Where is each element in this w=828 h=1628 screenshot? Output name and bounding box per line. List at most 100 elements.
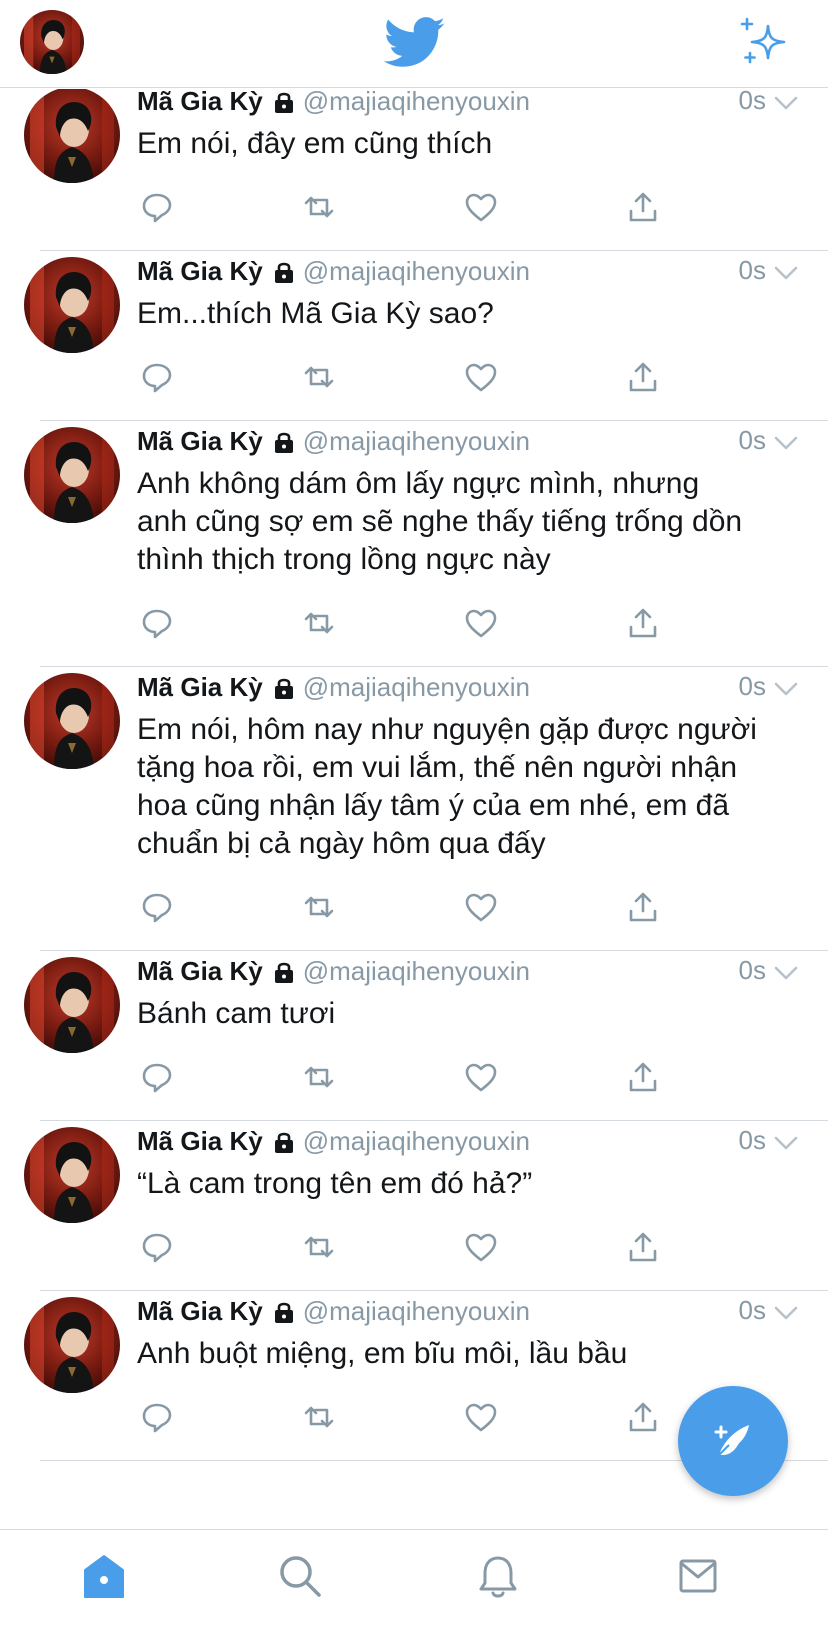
reply-button[interactable] [137,357,177,397]
display-name[interactable]: Mã Gia Kỳ [137,426,263,457]
share-button[interactable] [623,1227,663,1267]
tab-messages[interactable] [674,1552,722,1600]
tweet-avatar[interactable] [24,1297,120,1393]
chevron-down-icon[interactable] [774,1135,798,1151]
retweet-button[interactable] [299,887,339,927]
tweet-avatar[interactable] [24,673,120,769]
compose-tweet-button[interactable] [678,1386,788,1496]
tweet-actions [137,887,697,927]
retweet-button[interactable] [299,1397,339,1437]
share-button[interactable] [623,887,663,927]
share-button[interactable] [623,187,663,227]
display-name[interactable]: Mã Gia Kỳ [137,89,263,117]
tweet[interactable]: Mã Gia Kỳ @majiaqihenyouxin 0s “Là cam tron… [0,1121,828,1291]
tweet-text-line: Bánh cam tươi [137,997,336,1030]
user-handle[interactable]: @majiaqihenyouxin [303,956,530,987]
reply-icon [142,193,172,223]
tweet[interactable]: Mã Gia Kỳ @majiaqihenyouxin 0s Em nói, đây … [0,89,828,251]
like-icon [465,1403,497,1432]
display-name[interactable]: Mã Gia Kỳ [137,256,263,287]
share-button[interactable] [623,1057,663,1097]
tab-notifications[interactable] [474,1552,522,1600]
retweet-icon [304,196,334,218]
tab-search[interactable] [276,1552,324,1600]
user-handle[interactable]: @majiaqihenyouxin [303,89,530,117]
chevron-down-icon[interactable] [774,1305,798,1321]
reply-button[interactable] [137,1397,177,1437]
user-handle[interactable]: @majiaqihenyouxin [303,426,530,457]
reply-button[interactable] [137,1057,177,1097]
chevron-down-icon[interactable] [774,681,798,697]
display-name[interactable]: Mã Gia Kỳ [137,1126,263,1157]
chevron-down-icon[interactable] [774,265,798,281]
tab-home[interactable] [80,1552,128,1600]
reply-button[interactable] [137,887,177,927]
user-handle[interactable]: @majiaqihenyouxin [303,256,530,287]
retweet-button[interactable] [299,1227,339,1267]
like-icon [465,193,497,222]
share-button[interactable] [623,1397,663,1437]
reply-button[interactable] [137,187,177,227]
timeline-feed[interactable]: Mã Gia Kỳ @majiaqihenyouxin 0s Em nói, đây … [0,89,828,1529]
like-button[interactable] [461,603,501,643]
chevron-down-icon[interactable] [774,95,798,111]
tweet-avatar[interactable] [24,257,120,353]
reply-button[interactable] [137,603,177,643]
user-handle[interactable]: @majiaqihenyouxin [303,1126,530,1157]
sparkle-icon[interactable] [738,16,788,66]
notifications-icon [479,1556,517,1598]
tweet-text: Bánh cam tươi [137,995,797,1033]
retweet-button[interactable] [299,187,339,227]
tweet-text-line: thình thịch trong lồng ngực này [137,543,551,576]
tweet-text: Em nói, đây em cũng thích [137,125,797,163]
like-button[interactable] [461,1397,501,1437]
profile-avatar[interactable] [20,10,84,74]
tweet-header: Mã Gia Kỳ @majiaqihenyouxin [137,953,768,989]
share-icon [629,192,657,222]
tweet-text: Em nói, hôm nay như nguyện gặp được ngườ… [137,711,797,863]
like-button[interactable] [461,187,501,227]
share-button[interactable] [623,357,663,397]
twitter-bird-icon [384,17,445,67]
tweet[interactable]: Mã Gia Kỳ @majiaqihenyouxin 0s Em...thích M… [0,251,828,421]
tweet-actions [137,357,697,397]
tweet-actions [137,1397,697,1437]
user-handle[interactable]: @majiaqihenyouxin [303,672,530,703]
like-button[interactable] [461,1227,501,1267]
tweet-header: Mã Gia Kỳ @majiaqihenyouxin [137,253,768,289]
lock-icon [274,1132,293,1153]
retweet-icon [304,1406,334,1428]
tweet[interactable]: Mã Gia Kỳ @majiaqihenyouxin 0s Bánh cam tươ… [0,951,828,1121]
tweet-avatar[interactable] [24,427,120,523]
tweet-actions [137,187,697,227]
retweet-icon [304,366,334,388]
like-button[interactable] [461,357,501,397]
tweet-text-line: hoa cũng nhận lấy tâm ý của em nhé, em đ… [137,789,730,822]
reply-button[interactable] [137,1227,177,1267]
chevron-down-icon[interactable] [774,435,798,451]
reply-icon [142,609,172,639]
share-icon [629,1232,657,1262]
user-handle[interactable]: @majiaqihenyouxin [303,1296,530,1327]
tweet-header: Mã Gia Kỳ @majiaqihenyouxin [137,669,768,705]
share-icon [629,1062,657,1092]
tweet[interactable]: Mã Gia Kỳ @majiaqihenyouxin 0s Anh không dá… [0,421,828,667]
lock-icon [274,432,293,453]
tweet-avatar[interactable] [24,957,120,1053]
like-button[interactable] [461,1057,501,1097]
chevron-down-icon[interactable] [774,965,798,981]
tweet-avatar[interactable] [24,1127,120,1223]
search-icon [280,1556,321,1597]
like-button[interactable] [461,887,501,927]
reply-icon [142,1063,172,1093]
display-name[interactable]: Mã Gia Kỳ [137,1296,263,1327]
retweet-button[interactable] [299,1057,339,1097]
display-name[interactable]: Mã Gia Kỳ [137,672,263,703]
top-header [0,0,828,88]
share-button[interactable] [623,603,663,643]
retweet-button[interactable] [299,357,339,397]
display-name[interactable]: Mã Gia Kỳ [137,956,263,987]
tweet[interactable]: Mã Gia Kỳ @majiaqihenyouxin 0s Em nói, hôm … [0,667,828,951]
retweet-button[interactable] [299,603,339,643]
tweet-avatar[interactable] [24,89,120,183]
